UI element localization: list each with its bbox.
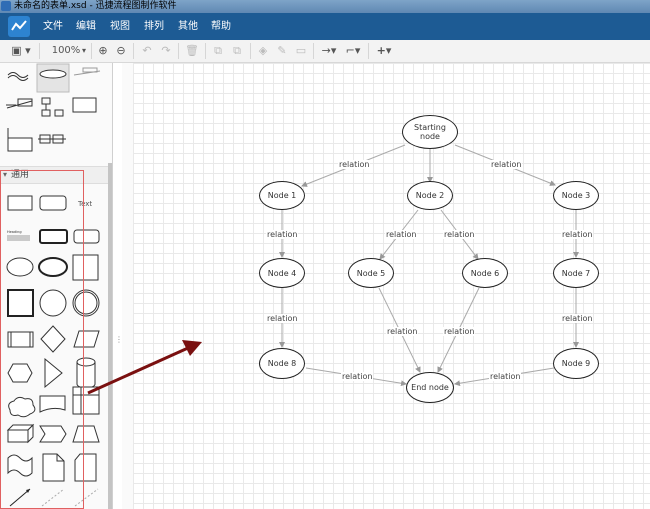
selection-guide-box bbox=[0, 170, 84, 509]
edge-label: relation bbox=[385, 230, 418, 239]
node-8[interactable]: Node 8 bbox=[259, 348, 305, 379]
edge-label: relation bbox=[490, 160, 523, 169]
node-2[interactable]: Node 2 bbox=[407, 181, 453, 210]
node-end[interactable]: End node bbox=[406, 372, 454, 403]
node-6[interactable]: Node 6 bbox=[462, 258, 508, 288]
edge-label: relation bbox=[341, 372, 374, 381]
edge-label: relation bbox=[386, 327, 419, 336]
edge-label: relation bbox=[561, 230, 594, 239]
node-1[interactable]: Node 1 bbox=[259, 181, 305, 210]
edge-label: relation bbox=[443, 230, 476, 239]
node-7[interactable]: Node 7 bbox=[553, 258, 599, 288]
node-4[interactable]: Node 4 bbox=[259, 258, 305, 288]
edge-label: relation bbox=[266, 314, 299, 323]
node-3[interactable]: Node 3 bbox=[553, 181, 599, 210]
edge-label: relation bbox=[561, 314, 594, 323]
edge-label: relation bbox=[266, 230, 299, 239]
node-5[interactable]: Node 5 bbox=[348, 258, 394, 288]
edge-label: relation bbox=[338, 160, 371, 169]
diagram-edges bbox=[87, 144, 579, 395]
edge-label: relation bbox=[489, 372, 522, 381]
node-start[interactable]: Starting node bbox=[402, 115, 458, 149]
node-9[interactable]: Node 9 bbox=[553, 348, 599, 379]
edge-label: relation bbox=[443, 327, 476, 336]
annotation-arrow bbox=[87, 346, 189, 395]
